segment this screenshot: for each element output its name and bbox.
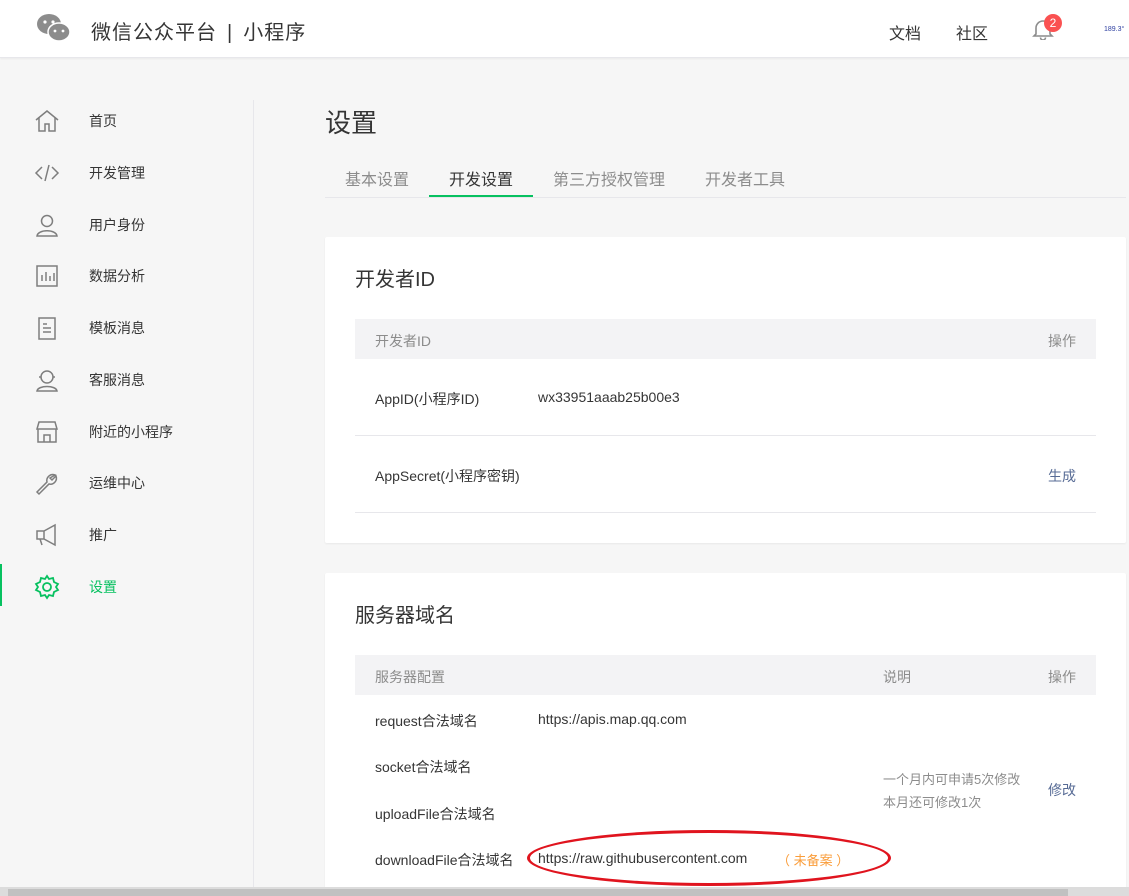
sidebar-item-promotion[interactable]: 推广 bbox=[0, 514, 254, 554]
settings-tabs: 基本设置 开发设置 第三方授权管理 开发者工具 bbox=[325, 156, 1126, 198]
brand-title[interactable]: 微信公众平台 | 小程序 bbox=[91, 16, 306, 45]
table-header: 开发者ID 操作 bbox=[355, 319, 1096, 359]
product-name: 小程序 bbox=[243, 22, 307, 44]
column-header: 开发者ID bbox=[375, 333, 431, 349]
avatar[interactable]: 189.3° bbox=[1104, 26, 1124, 33]
community-link[interactable]: 社区 bbox=[956, 20, 988, 44]
generate-secret-link[interactable]: 生成 bbox=[1048, 466, 1076, 486]
sidebar-item-template-message[interactable]: 模板消息 bbox=[0, 307, 254, 347]
row-divider bbox=[355, 512, 1096, 513]
brand-name: 微信公众平台 bbox=[91, 22, 217, 44]
sidebar-item-home[interactable]: 首页 bbox=[0, 100, 254, 140]
code-icon bbox=[34, 164, 60, 182]
column-header-action: 操作 bbox=[1048, 333, 1076, 349]
document-icon bbox=[38, 317, 56, 340]
sidebar-item-label: 客服消息 bbox=[89, 372, 145, 388]
docs-link[interactable]: 文档 bbox=[889, 20, 921, 44]
appsecret-label: AppSecret(小程序密钥) bbox=[375, 468, 520, 484]
downloadfile-domain-label: downloadFile合法域名 bbox=[375, 852, 514, 868]
support-icon bbox=[36, 370, 58, 392]
sidebar-item-user-identity[interactable]: 用户身份 bbox=[0, 204, 254, 244]
card-title: 开发者ID bbox=[355, 269, 435, 291]
sidebar-item-label: 模板消息 bbox=[89, 320, 145, 336]
notification-badge[interactable]: 2 bbox=[1044, 14, 1062, 32]
tab-active-underline bbox=[429, 195, 533, 197]
column-header: 服务器配置 bbox=[375, 669, 445, 685]
row-divider bbox=[355, 435, 1096, 436]
sidebar: 首页 开发管理 用户身份 数据分析 模板消息 客服消息 附近的小程序 运维中心 … bbox=[0, 100, 254, 896]
sidebar-item-label: 数据分析 bbox=[89, 268, 145, 284]
tab-dev-settings[interactable]: 开发设置 bbox=[449, 166, 513, 190]
megaphone-icon bbox=[36, 523, 56, 547]
sidebar-item-label: 运维中心 bbox=[89, 475, 145, 491]
store-icon bbox=[36, 421, 58, 443]
column-header-description: 说明 bbox=[883, 669, 911, 685]
tab-basic-settings[interactable]: 基本设置 bbox=[345, 166, 409, 190]
sidebar-item-label: 开发管理 bbox=[89, 165, 145, 181]
wrench-icon bbox=[35, 473, 58, 496]
scrollbar-thumb[interactable] bbox=[8, 889, 1068, 896]
sidebar-item-label: 推广 bbox=[89, 527, 117, 543]
wechat-logo-icon[interactable] bbox=[36, 13, 72, 43]
sidebar-item-settings[interactable]: 设置 bbox=[0, 566, 254, 606]
sidebar-item-label: 附近的小程序 bbox=[89, 424, 173, 440]
sidebar-item-nearby-miniprogram[interactable]: 附近的小程序 bbox=[0, 411, 254, 451]
tab-developer-tools[interactable]: 开发者工具 bbox=[705, 166, 785, 190]
sidebar-item-operations-center[interactable]: 运维中心 bbox=[0, 462, 254, 502]
gear-icon bbox=[34, 574, 60, 600]
user-icon bbox=[36, 214, 58, 237]
home-icon bbox=[35, 110, 59, 132]
uploadfile-domain-label: uploadFile合法域名 bbox=[375, 806, 496, 822]
modify-remaining-text: 本月还可修改1次 bbox=[883, 795, 982, 810]
top-bar: 微信公众平台 | 小程序 文档 社区 2 189.3° bbox=[0, 0, 1129, 58]
request-domain-label: request合法域名 bbox=[375, 713, 478, 729]
appid-label: AppID(小程序ID) bbox=[375, 391, 480, 407]
appid-value: wx33951aaab25b00e3 bbox=[538, 389, 680, 405]
sidebar-item-label: 用户身份 bbox=[89, 217, 145, 233]
brand-separator: | bbox=[227, 22, 234, 44]
table-header: 服务器配置 说明 操作 bbox=[355, 655, 1096, 695]
modify-domain-link[interactable]: 修改 bbox=[1048, 780, 1076, 800]
sidebar-item-label: 首页 bbox=[89, 113, 117, 129]
column-header-action: 操作 bbox=[1048, 669, 1076, 685]
socket-domain-label: socket合法域名 bbox=[375, 759, 472, 775]
sidebar-item-label: 设置 bbox=[89, 579, 117, 595]
card-title: 服务器域名 bbox=[355, 605, 455, 627]
tab-third-party-auth[interactable]: 第三方授权管理 bbox=[553, 166, 665, 190]
chart-icon bbox=[36, 265, 58, 287]
sidebar-active-indicator bbox=[0, 564, 2, 606]
sidebar-item-dev-management[interactable]: 开发管理 bbox=[0, 152, 254, 192]
request-domain-value: https://apis.map.qq.com bbox=[538, 711, 687, 727]
sidebar-item-data-analysis[interactable]: 数据分析 bbox=[0, 255, 254, 295]
page-title: 设置 bbox=[325, 108, 378, 138]
annotation-ellipse bbox=[527, 830, 891, 886]
modify-limit-text: 一个月内可申请5次修改 bbox=[883, 772, 1021, 787]
sidebar-item-customer-service[interactable]: 客服消息 bbox=[0, 359, 254, 399]
developer-id-card: 开发者ID 开发者ID 操作 AppID(小程序ID) wx33951aaab2… bbox=[325, 237, 1126, 543]
